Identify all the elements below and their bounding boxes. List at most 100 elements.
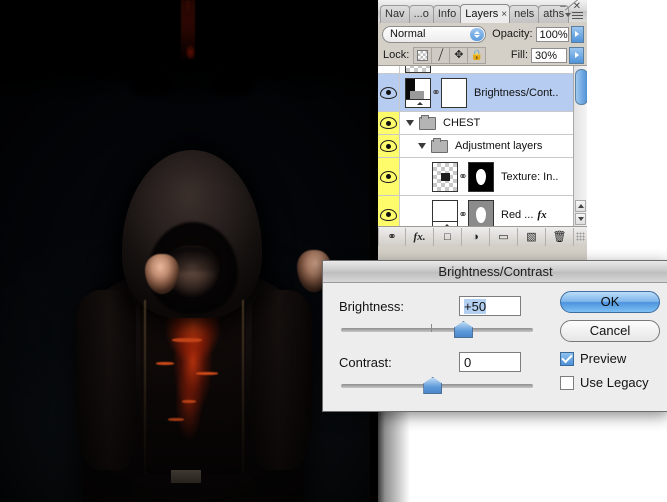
table-row[interactable]: ⚭ Brightness/Cont.. (378, 74, 587, 112)
brightness-contrast-dialog[interactable]: Brightness/Contrast Brightness: +50 Cont… (322, 260, 667, 412)
layer-visibility-toggle[interactable] (378, 74, 400, 111)
chevron-updown-icon[interactable] (470, 27, 485, 41)
close-icon[interactable]: × (501, 9, 507, 20)
panel-tab-strip[interactable]: Nav ...o Info Layers × nels aths (380, 4, 570, 23)
eye-icon (380, 86, 397, 99)
layer-mask-thumbnail[interactable] (468, 161, 494, 192)
layer-thumbnail[interactable] (405, 77, 431, 108)
link-layers-icon[interactable]: ⚭ (378, 227, 406, 246)
slider-track[interactable] (341, 328, 533, 332)
eye-icon (380, 140, 397, 152)
layer-list[interactable]: ⚭ Brightness/Cont.. CHEST Adjustment lay… (378, 66, 587, 226)
blend-mode-row[interactable]: Normal Opacity: 100% (378, 22, 587, 45)
tab-label: Info (437, 8, 457, 20)
slider-thumb[interactable] (453, 321, 473, 338)
delete-layer-icon[interactable]: 🗑 (546, 227, 574, 246)
tab-histogram[interactable]: ...o (408, 5, 434, 23)
layer-name[interactable]: Adjustment layers (455, 140, 542, 152)
eye-icon (380, 208, 397, 221)
opacity-label: Opacity: (492, 28, 533, 40)
ok-button[interactable]: OK (560, 291, 660, 313)
panel-menu-icon[interactable] (564, 0, 583, 21)
chevron-down-icon[interactable] (406, 120, 414, 126)
panel-titlebar[interactable]: Nav ...o Info Layers × nels aths – ✕ (378, 0, 587, 23)
folder-icon (431, 137, 448, 153)
table-row[interactable]: CHEST (378, 112, 587, 135)
blend-mode-select[interactable]: Normal (382, 25, 487, 43)
layer-mask-thumbnail[interactable] (441, 77, 467, 108)
layer-mask-thumbnail[interactable] (468, 199, 494, 226)
layer-visibility-toggle[interactable] (378, 66, 400, 73)
scrollbar-thumb[interactable] (575, 69, 587, 105)
table-row[interactable]: ⚭ Red ... fx (378, 196, 587, 226)
chevron-down-icon (565, 13, 571, 17)
layer-effects-icon[interactable]: fx (537, 209, 546, 221)
eye-icon (380, 170, 397, 183)
layer-visibility-toggle[interactable] (378, 158, 400, 195)
layer-name[interactable]: Brightness/Cont.. (474, 87, 558, 99)
brightness-slider[interactable] (341, 319, 533, 341)
document-canvas[interactable] (0, 0, 378, 502)
folder-icon (419, 114, 436, 130)
lock-image-pixels-icon[interactable]: ╱ (432, 47, 451, 63)
layer-name[interactable]: CHEST (443, 117, 480, 129)
table-row[interactable] (378, 66, 587, 74)
tab-info[interactable]: Info (432, 5, 462, 23)
layer-thumbnail[interactable] (432, 161, 458, 192)
scroll-up-icon[interactable] (575, 200, 586, 212)
table-row[interactable]: Adjustment layers (378, 135, 587, 158)
lock-all-icon[interactable]: 🔒 (468, 48, 485, 63)
brightness-label: Brightness: (339, 298, 405, 314)
layer-style-fx-icon[interactable]: fx. (406, 227, 434, 246)
brightness-input[interactable]: +50 (459, 296, 521, 316)
layer-list-scrollbar[interactable] (573, 66, 587, 226)
layers-panel-toolbar[interactable]: ⚭ fx. □ ◑ ▭ ▧ 🗑 (378, 226, 587, 246)
resize-grip[interactable] (576, 232, 585, 241)
link-icon[interactable]: ⚭ (431, 86, 441, 99)
layer-visibility-toggle[interactable] (378, 196, 400, 226)
layer-name[interactable]: Red ... (501, 209, 533, 221)
lock-label: Lock: (383, 49, 410, 61)
link-icon[interactable]: ⚭ (458, 208, 468, 221)
layer-name[interactable]: Texture: In.. (501, 171, 558, 183)
tab-layers[interactable]: Layers × (460, 4, 511, 23)
tab-label: Layers (465, 8, 499, 20)
cancel-button[interactable]: Cancel (560, 320, 660, 342)
opacity-input[interactable]: 100% (535, 26, 569, 42)
scroll-down-icon[interactable] (575, 213, 586, 225)
opacity-stepper-icon[interactable] (570, 25, 584, 43)
tab-label: nels (514, 8, 535, 20)
tab-label: ...o (413, 8, 429, 20)
layer-visibility-toggle[interactable] (378, 112, 400, 134)
add-layer-mask-icon[interactable]: □ (434, 227, 462, 246)
layer-thumbnail[interactable] (405, 66, 431, 73)
contrast-slider[interactable] (341, 375, 533, 397)
new-group-icon[interactable]: ▭ (490, 227, 518, 246)
lock-row[interactable]: Lock: ╱ ✥ 🔒 Fill: 30% (378, 45, 587, 66)
link-icon[interactable]: ⚭ (458, 170, 468, 183)
preview-checkbox[interactable] (560, 351, 574, 366)
use-legacy-checkbox[interactable] (560, 375, 574, 390)
slider-thumb[interactable] (423, 377, 443, 394)
layer-thumbnail[interactable] (432, 199, 458, 226)
fill-label: Fill: (510, 49, 528, 61)
lock-position-icon[interactable]: ✥ (450, 47, 469, 63)
new-layer-icon[interactable]: ▧ (518, 227, 546, 246)
new-adjustment-layer-icon[interactable]: ◑ (462, 227, 490, 246)
lock-button-group[interactable]: ╱ ✥ 🔒 (413, 46, 487, 64)
use-legacy-checkbox-row[interactable]: Use Legacy (560, 375, 660, 390)
fill-stepper-icon[interactable] (569, 46, 584, 64)
dialog-controls: Brightness: +50 Contrast: 0 (323, 283, 555, 411)
layers-panel[interactable]: Nav ...o Info Layers × nels aths – ✕ Norm… (378, 0, 587, 262)
tab-channels[interactable]: nels (509, 5, 540, 23)
preview-checkbox-row[interactable]: Preview (560, 351, 660, 366)
lock-transparency-icon[interactable] (414, 47, 433, 63)
contrast-input[interactable]: 0 (459, 352, 521, 372)
chevron-down-icon[interactable] (418, 143, 426, 149)
dialog-buttons: OK Cancel Preview Use Legacy (560, 291, 660, 390)
fill-input[interactable]: 30% (531, 47, 567, 63)
brightness-row: Brightness: +50 (323, 293, 555, 319)
layer-visibility-toggle[interactable] (378, 135, 400, 157)
table-row[interactable]: ⚭ Texture: In.. (378, 158, 587, 196)
tab-navigator[interactable]: Nav (380, 5, 410, 23)
